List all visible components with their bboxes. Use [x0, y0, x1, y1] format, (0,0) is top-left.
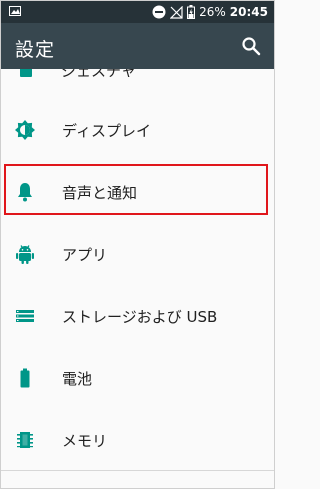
- page-title: 設定: [15, 39, 56, 61]
- battery-icon: [20, 368, 30, 388]
- android-icon: [16, 245, 34, 264]
- search-icon[interactable]: [240, 35, 262, 57]
- list-item-battery[interactable]: 電池: [1, 347, 274, 409]
- list-item-display[interactable]: ディスプレイ: [1, 99, 274, 161]
- list-item-label: メモリ: [62, 432, 108, 450]
- image-notification-icon: [9, 6, 21, 16]
- list-item-gestures-partial[interactable]: ジェスチャ: [1, 69, 274, 77]
- battery-percent: 26%: [199, 5, 226, 19]
- storage-icon: [16, 310, 34, 322]
- list-item-apps[interactable]: アプリ: [1, 223, 274, 285]
- battery-charging-icon: [187, 5, 196, 19]
- list-item-memory[interactable]: メモリ: [1, 409, 274, 471]
- clock: 20:45: [229, 5, 268, 19]
- memory-icon: [17, 432, 33, 448]
- list-item-label: ディスプレイ: [62, 122, 151, 140]
- no-signal-icon: [170, 5, 183, 19]
- list-item-storage[interactable]: ストレージおよび USB: [1, 285, 274, 347]
- list-item-label: 電池: [62, 370, 93, 388]
- list-item-label: アプリ: [62, 246, 108, 264]
- do-not-disturb-icon: [152, 5, 166, 19]
- highlight-box: [4, 164, 268, 215]
- divider: [1, 470, 274, 471]
- screen: 26% 20:45 設定 ジェスチャ ディスプレイ 音声と通知: [0, 0, 275, 489]
- gesture-icon: [20, 69, 32, 77]
- list-item-label: ジェスチャ: [61, 69, 136, 77]
- status-bar: 26% 20:45: [1, 1, 274, 23]
- brightness-icon: [15, 120, 35, 140]
- list-item-label: ストレージおよび USB: [62, 308, 218, 326]
- app-bar: 設定: [1, 23, 274, 69]
